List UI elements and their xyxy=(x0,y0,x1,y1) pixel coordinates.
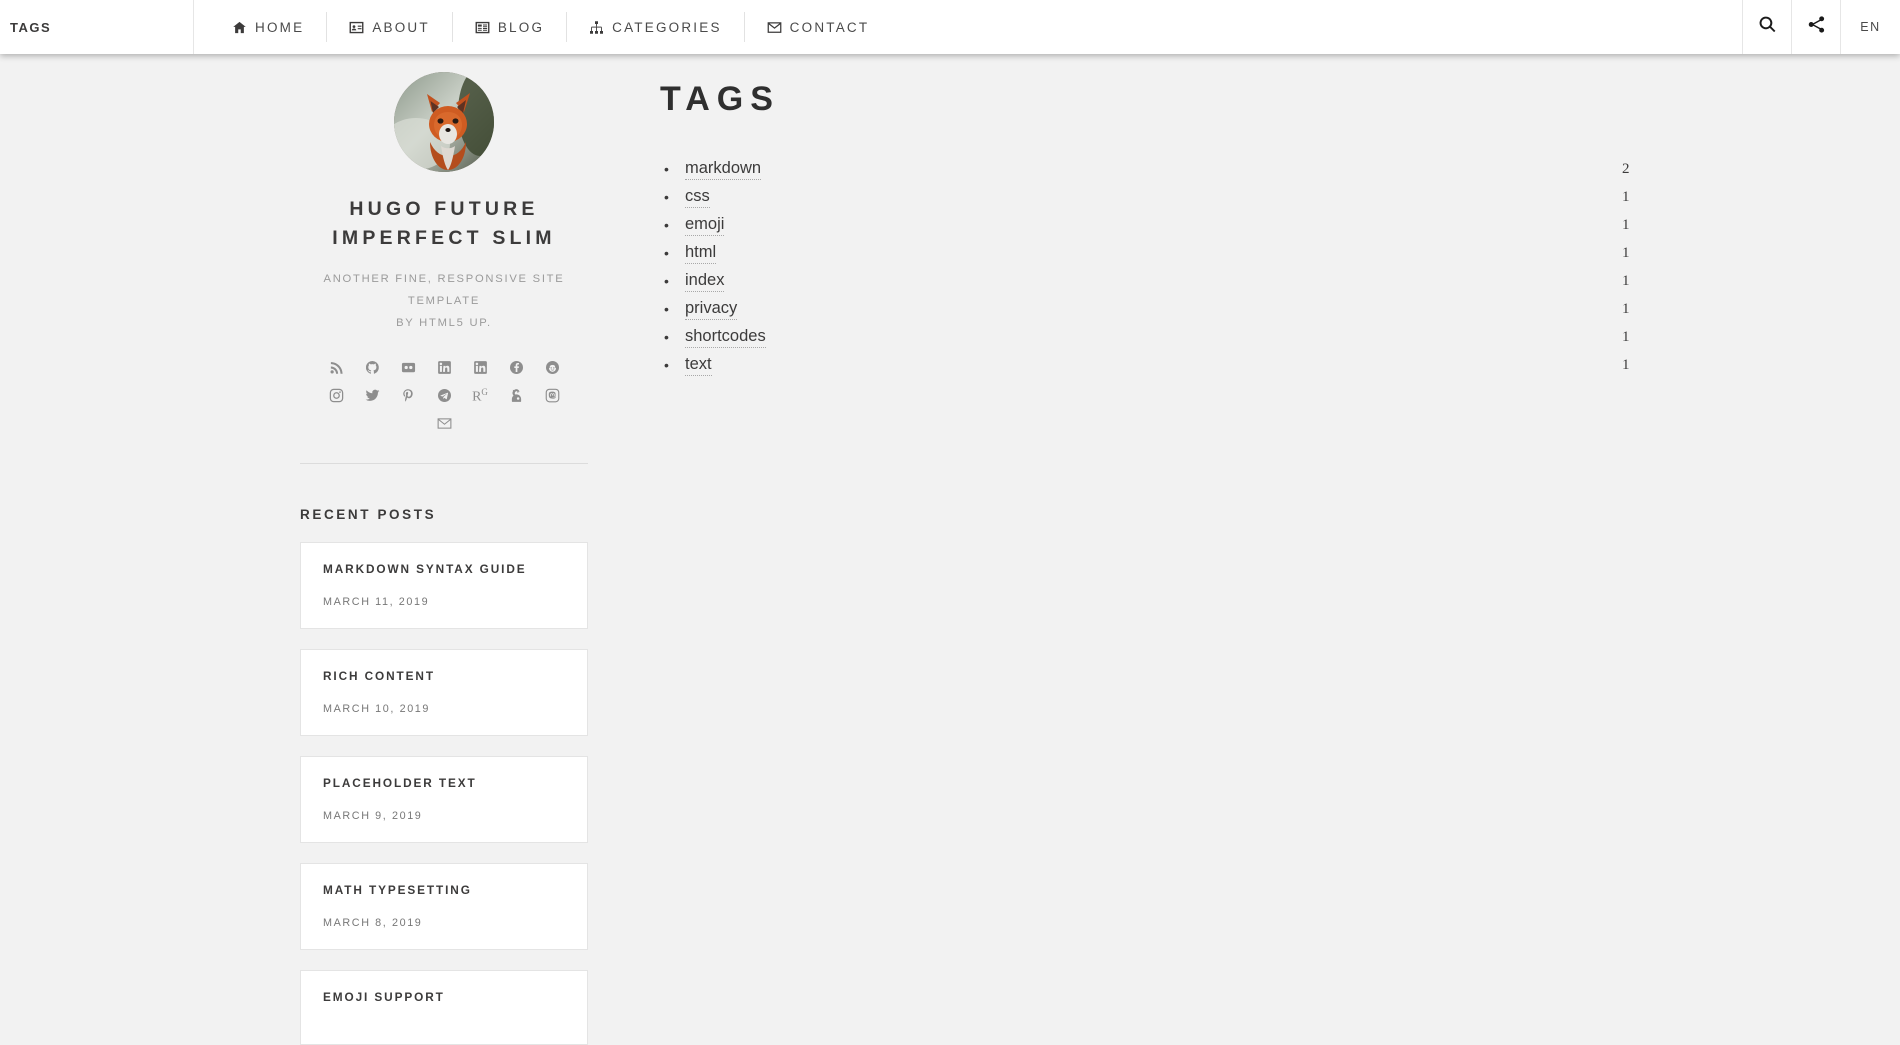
site-subtitle-line-2: BY HTML5 UP. xyxy=(396,317,492,329)
recent-post-card[interactable]: RICH CONTENT MARCH 10, 2019 xyxy=(300,648,588,736)
social-links: RG xyxy=(300,354,588,438)
nav-label-home: HOME xyxy=(255,19,305,35)
nav-label-categories: CATEGORIES xyxy=(612,19,722,35)
recent-post-title: MATH TYPESETTING xyxy=(323,882,472,897)
tag-list-item: markdown 2 xyxy=(660,155,1660,183)
tag-count: 2 xyxy=(1622,160,1630,177)
recent-post-date: MARCH 11, 2019 xyxy=(323,595,430,608)
tag-link-privacy[interactable]: privacy xyxy=(685,299,738,320)
tag-link-index[interactable]: index xyxy=(685,271,725,292)
tag-link-html[interactable]: html xyxy=(685,243,717,264)
nav-item-about[interactable]: ABOUT xyxy=(327,0,452,54)
nav-label-blog: BLOG xyxy=(497,19,545,35)
tag-list-item: emoji 1 xyxy=(660,211,1660,239)
avatar[interactable] xyxy=(394,72,494,172)
reddit-icon[interactable] xyxy=(534,354,570,382)
tag-count: 1 xyxy=(1622,216,1630,233)
tag-count: 1 xyxy=(1622,272,1630,289)
recent-post-date: MARCH 8, 2019 xyxy=(323,916,423,929)
tag-link-css[interactable]: css xyxy=(685,187,710,208)
search-icon xyxy=(1758,15,1777,39)
recent-post-title: EMOJI SUPPORT xyxy=(323,989,445,1004)
tag-list-item: html 1 xyxy=(660,239,1660,267)
tag-list-item: text 1 xyxy=(660,351,1660,379)
tag-link-markdown[interactable]: markdown xyxy=(685,159,762,180)
nav-item-blog[interactable]: BLOG xyxy=(453,0,566,54)
share-icon xyxy=(1807,15,1826,39)
language-label: EN xyxy=(1860,20,1881,34)
tag-link-emoji[interactable]: emoji xyxy=(685,215,725,236)
recent-post-title: PLACEHOLDER TEXT xyxy=(323,775,477,790)
tag-list-item: shortcodes 1 xyxy=(660,323,1660,351)
twitter-icon[interactable] xyxy=(354,382,390,410)
site-subtitle-line-1: ANOTHER FINE, RESPONSIVE SITE TEMPLATE xyxy=(323,273,565,308)
tag-list: markdown 2 css 1 emoji 1 html 1 index 1 … xyxy=(660,155,1660,379)
nav-label-contact: CONTACT xyxy=(789,19,870,35)
nav-label-about: ABOUT xyxy=(372,19,430,35)
tag-list-item: css 1 xyxy=(660,183,1660,211)
site-header: TAGS HOME ABOUT BLOG CATEGORIES CONTACT … xyxy=(0,0,1900,54)
envelope-icon xyxy=(767,20,782,35)
site-title: HUGO FUTURE IMPERFECT SLIM xyxy=(332,198,556,249)
id-card-icon xyxy=(349,20,364,35)
instagram-icon[interactable] xyxy=(318,382,354,410)
page-body: HUGO FUTURE IMPERFECT SLIM ANOTHER FINE,… xyxy=(0,54,1900,1045)
language-selector[interactable]: EN xyxy=(1840,0,1900,54)
keybase-icon[interactable] xyxy=(498,382,534,410)
fox-avatar-image xyxy=(394,72,494,172)
mastodon-icon[interactable] xyxy=(534,382,570,410)
recent-post-card[interactable]: EMOJI SUPPORT xyxy=(300,969,588,1045)
blog-list-icon xyxy=(475,20,490,35)
researchgate-icon[interactable]: RG xyxy=(462,382,498,410)
tag-list-item: privacy 1 xyxy=(660,295,1660,323)
site-logo-text: TAGS xyxy=(10,19,52,35)
linkedin-icon[interactable] xyxy=(426,354,462,382)
researchgate-glyph: RG xyxy=(472,386,488,405)
recent-post-date: MARCH 9, 2019 xyxy=(323,809,423,822)
logo-container[interactable]: TAGS xyxy=(0,0,194,54)
page-title: TAGS xyxy=(660,80,780,118)
recent-post-card[interactable]: MATH TYPESETTING MARCH 8, 2019 xyxy=(300,862,588,950)
pinterest-icon[interactable] xyxy=(390,382,426,410)
facebook-icon[interactable] xyxy=(498,354,534,382)
tag-count: 1 xyxy=(1622,300,1630,317)
nav-item-contact[interactable]: CONTACT xyxy=(745,0,892,54)
linkedin-alt-icon[interactable] xyxy=(462,354,498,382)
share-button[interactable] xyxy=(1791,0,1840,54)
tag-list-item: index 1 xyxy=(660,267,1660,295)
tag-link-shortcodes[interactable]: shortcodes xyxy=(685,327,766,348)
main-navigation: HOME ABOUT BLOG CATEGORIES CONTACT xyxy=(194,0,1742,54)
sidebar-divider xyxy=(300,462,588,464)
tag-count: 1 xyxy=(1622,188,1630,205)
flickr-icon[interactable] xyxy=(390,354,426,382)
recent-post-title: MARKDOWN SYNTAX GUIDE xyxy=(323,561,527,576)
search-button[interactable] xyxy=(1742,0,1791,54)
recent-post-card[interactable]: MARKDOWN SYNTAX GUIDE MARCH 11, 2019 xyxy=(300,541,588,629)
nav-item-home[interactable]: HOME xyxy=(210,0,326,54)
github-icon[interactable] xyxy=(354,354,390,382)
rss-icon[interactable] xyxy=(318,354,354,382)
recent-post-date: MARCH 10, 2019 xyxy=(323,702,431,715)
sidebar: HUGO FUTURE IMPERFECT SLIM ANOTHER FINE,… xyxy=(300,54,588,1045)
tag-count: 1 xyxy=(1622,356,1630,373)
recent-posts-heading: RECENT POSTS xyxy=(300,506,437,522)
recent-post-title: RICH CONTENT xyxy=(323,668,435,683)
main-content: TAGS markdown 2 css 1 emoji 1 html 1 ind… xyxy=(660,54,1660,379)
site-subtitle: ANOTHER FINE, RESPONSIVE SITE TEMPLATE B… xyxy=(300,269,588,335)
tag-link-text[interactable]: text xyxy=(685,355,712,376)
telegram-icon[interactable] xyxy=(426,382,462,410)
home-icon xyxy=(232,20,247,35)
sitemap-icon xyxy=(589,20,604,35)
recent-post-card[interactable]: PLACEHOLDER TEXT MARCH 9, 2019 xyxy=(300,755,588,843)
tag-count: 1 xyxy=(1622,244,1630,261)
nav-item-categories[interactable]: CATEGORIES xyxy=(567,0,744,54)
email-icon[interactable] xyxy=(426,410,462,438)
tag-count: 1 xyxy=(1622,328,1630,345)
